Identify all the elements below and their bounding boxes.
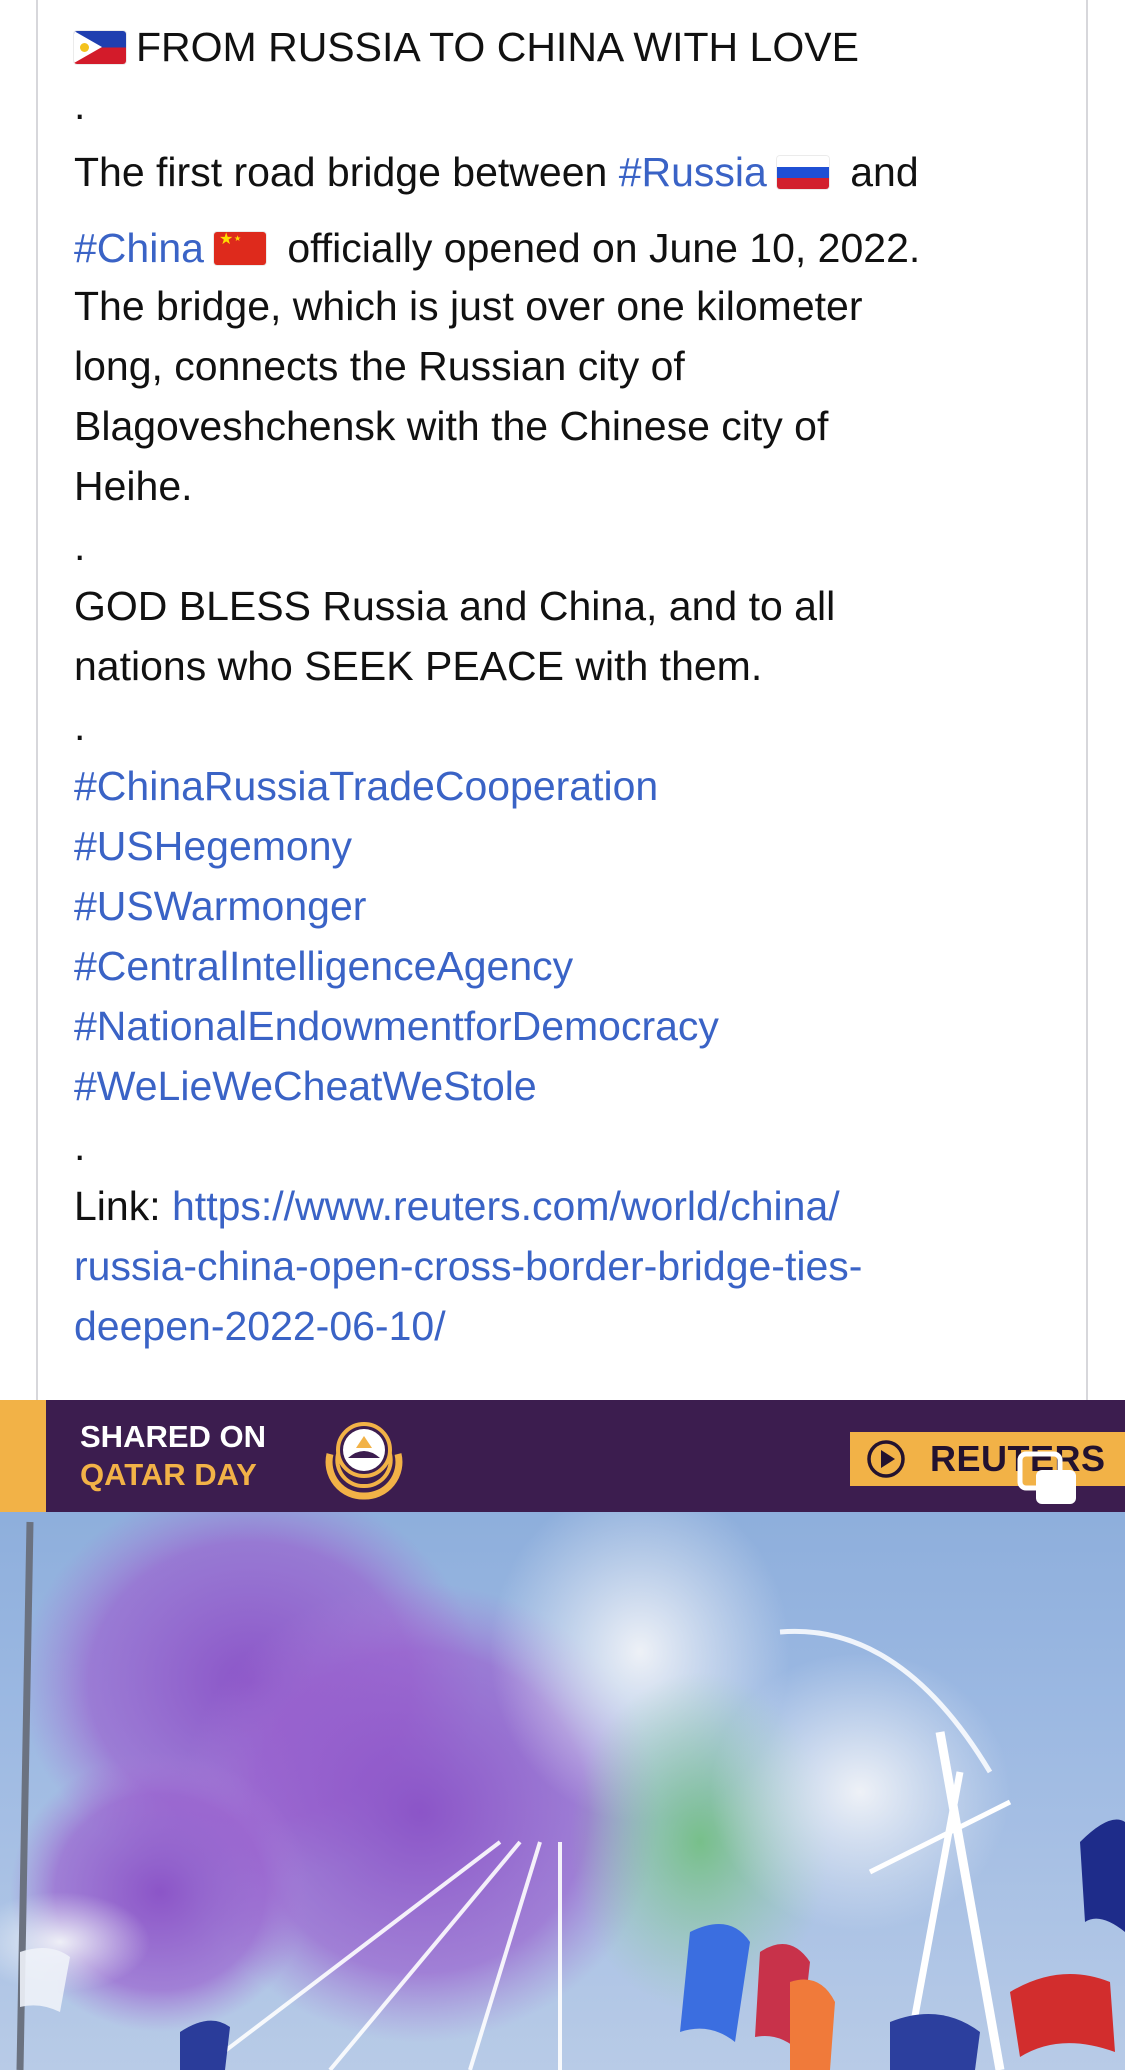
- post-title: FROM RUSSIA TO CHINA WITH LOVE: [136, 24, 859, 70]
- link-label: Link:: [74, 1183, 172, 1229]
- qatar-day-logo-icon: [325, 1422, 403, 1500]
- text-line: Heihe.: [74, 463, 193, 509]
- link-line: Link: https://www.reuters.com/world/chin…: [74, 1176, 1064, 1236]
- separator-dot: .: [74, 82, 86, 128]
- separator-dot: .: [74, 523, 86, 569]
- philippines-flag-icon: [74, 31, 126, 64]
- post-text: FROM RUSSIA TO CHINA WITH LOVE . The fir…: [74, 0, 1064, 1356]
- post-title-line: FROM RUSSIA TO CHINA WITH LOVE: [74, 0, 1064, 75]
- hashtag-link[interactable]: #USWarmonger: [74, 876, 1064, 936]
- banner-line-2: QATAR DAY: [80, 1457, 257, 1492]
- text-fragment: The first road bridge between: [74, 149, 619, 195]
- text-fragment: and: [838, 149, 919, 195]
- hashtag-russia[interactable]: #Russia: [619, 149, 767, 195]
- video-banner: SHARED ON QATAR DAY REUTERS: [0, 1400, 1125, 1512]
- banner-caption: SHARED ON QATAR DAY: [80, 1418, 266, 1494]
- banner-line-1: SHARED ON: [80, 1419, 267, 1454]
- china-flag-icon: [213, 232, 266, 265]
- play-circle-icon: [867, 1440, 905, 1478]
- separator-dot: .: [74, 703, 86, 749]
- article-url-part-2[interactable]: russia-china-open-cross-border-bridge-ti…: [74, 1236, 1064, 1296]
- russia-flag-icon: [776, 156, 829, 189]
- separator-dot: .: [74, 1123, 86, 1169]
- text-line: long, connects the Russian city of: [74, 343, 685, 389]
- video-thumbnail[interactable]: SHARED ON QATAR DAY REUTERS: [0, 1400, 1125, 2070]
- reuters-source-tag: REUTERS: [850, 1432, 1125, 1486]
- text-line: GOD BLESS Russia and China, and to all: [74, 583, 836, 629]
- text-line: Blagoveshchensk with the Chinese city of: [74, 403, 829, 449]
- text-line: The first road bridge between #Russia an…: [74, 135, 1064, 210]
- text-line: nations who SEEK PEACE with them.: [74, 643, 763, 689]
- multiple-media-icon[interactable]: [1016, 1450, 1080, 1508]
- hashtag-link[interactable]: #WeLieWeCheatWeStole: [74, 1056, 1064, 1116]
- article-url-part-3[interactable]: deepen-2022-06-10/: [74, 1296, 1064, 1356]
- hashtag-link[interactable]: #CentralIntelligenceAgency: [74, 936, 1064, 996]
- banner-accent-strip: [0, 1400, 46, 1512]
- hashtag-link[interactable]: #ChinaRussiaTradeCooperation: [74, 756, 1064, 816]
- article-url-part-1[interactable]: https://www.reuters.com/world/china/: [172, 1183, 840, 1229]
- text-line: The bridge, which is just over one kilom…: [74, 283, 863, 329]
- hashtag-link[interactable]: #NationalEndowmentforDemocracy: [74, 996, 1064, 1056]
- bridge-opening-ceremony-image: [0, 1512, 1125, 2070]
- post-card: FROM RUSSIA TO CHINA WITH LOVE . The fir…: [36, 0, 1088, 1400]
- hashtag-china[interactable]: #China: [74, 225, 204, 271]
- text-line: #China officially opened on June 10, 202…: [74, 210, 1064, 276]
- text-fragment: officially opened on June 10, 2022.: [275, 225, 921, 271]
- hashtag-link[interactable]: #USHegemony: [74, 816, 1064, 876]
